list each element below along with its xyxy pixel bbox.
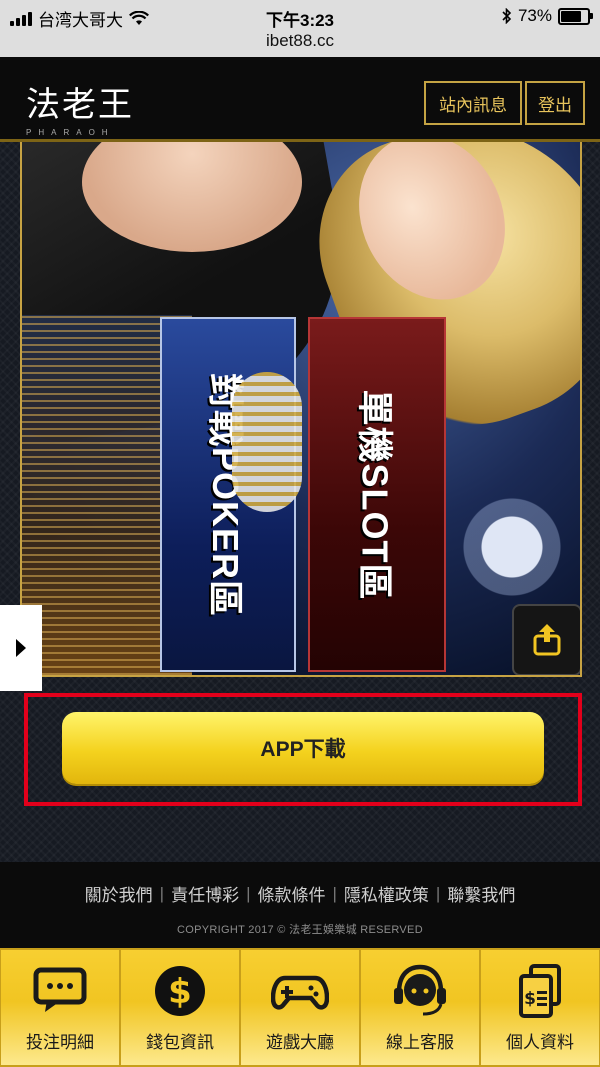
site-header: 法老王 PHARAOH 站內訊息 登出 bbox=[0, 57, 600, 142]
status-right: 73% bbox=[502, 6, 593, 26]
tab-betting-details[interactable]: 投注明細 bbox=[1, 950, 119, 1065]
footer-separator: | bbox=[246, 883, 251, 903]
app-download-button[interactable]: APP下載 bbox=[62, 712, 544, 784]
tab-label: 遊戲大廳 bbox=[266, 1033, 334, 1052]
promo-banner[interactable]: 對戰POKER區 單機SLOT區 bbox=[20, 142, 582, 677]
footer-links: 關於我們 | 責任博彩 | 條款條件 | 隱私權政策 | 聯繫我們 bbox=[0, 881, 600, 906]
footer-separator: | bbox=[332, 883, 337, 903]
logo-text-cn: 法老王 bbox=[26, 85, 134, 125]
site-footer: 關於我們 | 責任博彩 | 條款條件 | 隱私權政策 | 聯繫我們 COPYRI… bbox=[0, 862, 600, 948]
footer-separator: | bbox=[435, 883, 441, 903]
footer-link-responsible-gaming[interactable]: 責任博彩 bbox=[171, 881, 239, 906]
tab-label: 錢包資訊 bbox=[146, 1033, 214, 1052]
site-messages-button[interactable]: 站內訊息 bbox=[424, 81, 522, 125]
slot-zone-label: 單機SLOT區 bbox=[354, 389, 395, 600]
share-icon bbox=[533, 624, 561, 656]
logo-text-en: PHARAOH bbox=[26, 128, 115, 137]
footer-link-privacy[interactable]: 隱私權政策 bbox=[344, 881, 429, 906]
svg-text:$: $ bbox=[524, 989, 536, 1009]
footer-link-contact[interactable]: 聯繫我們 bbox=[447, 881, 515, 906]
battery-icon bbox=[558, 7, 593, 25]
status-bar: 台湾大哥大 下午3:23 ibet88.cc 73% bbox=[0, 0, 600, 57]
tab-label: 線上客服 bbox=[386, 1033, 454, 1052]
tab-label: 投注明細 bbox=[26, 1033, 94, 1052]
tab-online-support[interactable]: 線上客服 bbox=[361, 950, 479, 1065]
bluetooth-icon bbox=[502, 8, 512, 24]
svg-text:$: $ bbox=[168, 972, 192, 1012]
app-download-highlight: APP下載 bbox=[24, 693, 582, 806]
footer-link-terms[interactable]: 條款條件 bbox=[258, 881, 326, 906]
dollar-coin-icon: $ bbox=[155, 966, 205, 1016]
tab-label: 個人資料 bbox=[506, 1033, 574, 1052]
url-bar[interactable]: ibet88.cc bbox=[0, 31, 600, 51]
gamepad-icon bbox=[271, 975, 329, 1010]
pharaoh-logo[interactable]: 法老王 PHARAOH bbox=[26, 77, 134, 137]
main-content: 對戰POKER區 單機SLOT區 APP下載 bbox=[0, 142, 600, 862]
tab-wallet-info[interactable]: $ 錢包資訊 bbox=[121, 950, 239, 1065]
slide-out-arrow[interactable] bbox=[0, 605, 42, 691]
document-dollar-icon: $ bbox=[519, 964, 561, 1018]
battery-fill bbox=[561, 10, 582, 22]
share-button[interactable] bbox=[512, 604, 580, 675]
logout-button[interactable]: 登出 bbox=[525, 81, 585, 125]
copyright-text: COPYRIGHT 2017 © 法老王娛樂城 RESERVED bbox=[177, 924, 423, 936]
play-arrow-icon bbox=[16, 639, 26, 657]
bottom-tab-bar: 投注明細 $ 錢包資訊 遊戲大廳 線上客服 $ 個人資料 bbox=[0, 948, 600, 1067]
footer-link-about[interactable]: 關於我們 bbox=[85, 881, 153, 906]
poker-chips-image bbox=[232, 372, 302, 512]
footer-separator: | bbox=[159, 883, 165, 903]
chat-bubble-icon bbox=[33, 967, 87, 1012]
tab-game-lobby[interactable]: 遊戲大廳 bbox=[241, 950, 359, 1065]
battery-percent: 73% bbox=[517, 6, 552, 25]
slot-zone-card[interactable]: 單機SLOT區 bbox=[308, 317, 446, 672]
headset-support-icon bbox=[394, 964, 446, 1016]
tab-personal-info[interactable]: $ 個人資料 bbox=[481, 950, 599, 1065]
